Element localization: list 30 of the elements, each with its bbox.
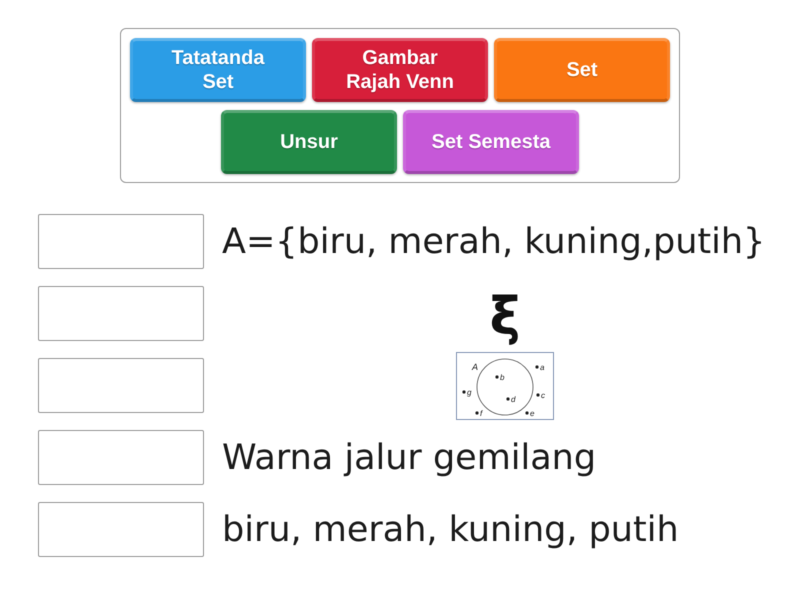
answer-prompt: Warna jalur gemilang <box>222 436 596 480</box>
answer-prompt: biru, merah, kuning, putih <box>222 508 679 552</box>
element-label: a <box>540 362 544 372</box>
set-circle <box>476 358 534 415</box>
element-label: d <box>511 394 516 404</box>
point-icon <box>495 374 499 378</box>
point-icon <box>506 396 510 400</box>
answer-box[interactable] <box>38 214 204 269</box>
point-icon <box>535 364 539 368</box>
term-tile[interactable]: Tatatanda Set <box>130 38 306 102</box>
point-icon <box>536 392 540 396</box>
set-label: A <box>472 362 478 372</box>
point-icon <box>475 410 479 414</box>
element-label: e <box>530 408 534 418</box>
answer-box[interactable] <box>38 430 204 485</box>
element-label: f <box>480 408 482 418</box>
answer-box[interactable] <box>38 502 204 557</box>
term-tile[interactable]: Gambar Rajah Venn <box>312 38 488 102</box>
point-icon <box>525 410 529 414</box>
answer-prompt: A={biru, merah, kuning,putih} <box>222 220 766 264</box>
term-tile[interactable]: Unsur <box>221 110 397 174</box>
answer-box[interactable] <box>38 286 204 341</box>
xi-symbol: ξ <box>490 288 520 344</box>
element-label: b <box>500 372 504 382</box>
point-icon <box>462 390 466 394</box>
term-tile[interactable]: Set Semesta <box>403 110 579 174</box>
element-label: g <box>467 388 472 396</box>
answer-box[interactable] <box>38 358 204 413</box>
term-tile[interactable]: Set <box>494 38 670 102</box>
element-label: c <box>541 390 545 400</box>
